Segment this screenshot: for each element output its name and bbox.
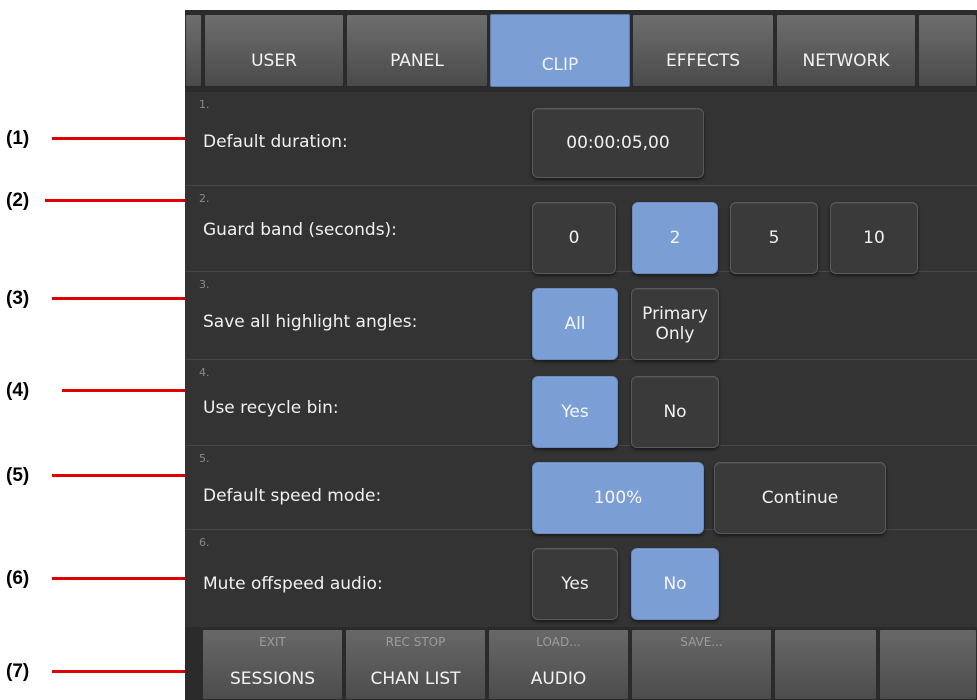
callout-number: (5) — [6, 465, 30, 486]
guard-band-0-button[interactable]: 0 — [532, 202, 616, 274]
callout-7: (7) — [0, 661, 205, 685]
callout-number: (1) — [6, 128, 30, 149]
callout-number: (3) — [6, 288, 30, 309]
function-label: CHAN LIST — [370, 669, 461, 689]
speed-mode-continue-button[interactable]: Continue — [714, 462, 886, 534]
guard-band-10-button[interactable]: 10 — [830, 202, 918, 274]
duration-value-button[interactable]: 00:00:05,00 — [532, 108, 704, 178]
callout-line — [52, 670, 205, 673]
callout-2: (2) — [0, 190, 205, 214]
tab-effects[interactable]: EFFECTS — [632, 14, 774, 87]
callout-line — [52, 137, 205, 140]
function-label: SESSIONS — [229, 669, 316, 689]
function-sublabel — [880, 635, 976, 653]
callout-line — [52, 577, 205, 580]
function-label — [632, 669, 771, 691]
tab-blank-left — [185, 14, 202, 87]
audio-button[interactable]: LOAD... AUDIO — [488, 629, 629, 700]
function-label — [880, 669, 976, 691]
callout-line — [52, 297, 205, 300]
function-sublabel — [775, 635, 876, 653]
tab-user[interactable]: USER — [204, 14, 344, 87]
setting-label: Save all highlight angles: — [203, 312, 418, 332]
button-label-line: Primary — [642, 303, 708, 324]
function-sublabel: EXIT — [259, 635, 286, 649]
guard-band-5-button[interactable]: 5 — [730, 202, 818, 274]
callout-5: (5) — [0, 465, 205, 489]
function-sublabel: LOAD... — [536, 635, 581, 649]
mute-offspeed-no-button[interactable]: No — [631, 548, 719, 620]
function-button-6[interactable] — [879, 629, 977, 700]
setting-mute-offspeed: 6. Mute offspeed audio: Yes No — [185, 530, 977, 626]
function-sublabel: REC STOP — [385, 635, 446, 649]
function-label: AUDIO — [530, 669, 587, 689]
tab-bar: USER PANEL CLIP EFFECTS NETWORK — [185, 10, 977, 92]
callout-line — [52, 474, 205, 477]
button-label-line: Only — [655, 324, 695, 344]
callout-4: (4) — [0, 380, 205, 404]
mute-offspeed-yes-button[interactable]: Yes — [532, 548, 618, 620]
function-button-5[interactable] — [774, 629, 877, 700]
setting-index: 5. — [199, 452, 210, 465]
function-label — [775, 669, 876, 691]
setting-recycle-bin: 4. Use recycle bin: Yes No — [185, 360, 977, 448]
chan-list-button[interactable]: REC STOP CHAN LIST — [345, 629, 486, 700]
setting-index: 6. — [199, 536, 210, 549]
settings-panel: USER PANEL CLIP EFFECTS NETWORK 1. Defau… — [185, 10, 977, 700]
setting-default-duration: 1. Default duration: 00:00:05,00 — [185, 92, 977, 186]
sessions-button[interactable]: EXIT SESSIONS — [202, 629, 343, 700]
save-button[interactable]: SAVE... — [631, 629, 772, 700]
function-sublabel: SAVE... — [680, 635, 723, 649]
tab-panel[interactable]: PANEL — [346, 14, 488, 87]
callout-line — [62, 389, 205, 392]
recycle-bin-no-button[interactable]: No — [631, 376, 719, 448]
callout-number: (2) — [6, 190, 30, 211]
highlight-all-button[interactable]: All — [532, 288, 618, 360]
highlight-primary-only-button[interactable]: Primary Only — [631, 288, 719, 360]
setting-label: Default duration: — [203, 132, 348, 152]
tab-network[interactable]: NETWORK — [776, 14, 916, 87]
setting-label: Default speed mode: — [203, 486, 382, 506]
callout-number: (4) — [6, 380, 30, 401]
callout-1: (1) — [0, 128, 205, 152]
callout-line — [45, 199, 205, 202]
tab-clip[interactable]: CLIP — [490, 14, 630, 87]
setting-label: Mute offspeed audio: — [203, 574, 383, 594]
setting-speed-mode: 5. Default speed mode: 100% Continue — [185, 446, 977, 534]
setting-label: Guard band (seconds): — [203, 220, 397, 240]
callout-6: (6) — [0, 568, 205, 592]
callout-number: (6) — [6, 568, 30, 589]
callout-number: (7) — [6, 661, 30, 682]
setting-label: Use recycle bin: — [203, 398, 339, 418]
setting-highlight-angles: 3. Save all highlight angles: All Primar… — [185, 272, 977, 360]
setting-index: 2. — [199, 192, 210, 205]
guard-band-2-button[interactable]: 2 — [632, 202, 718, 274]
tab-blank-right — [918, 14, 977, 87]
callout-3: (3) — [0, 288, 205, 312]
setting-index: 4. — [199, 366, 210, 379]
setting-index: 3. — [199, 278, 210, 291]
setting-guard-band: 2. Guard band (seconds): 0 2 5 10 — [185, 186, 977, 274]
bottom-function-bar: EXIT SESSIONS REC STOP CHAN LIST LOAD...… — [185, 627, 977, 700]
recycle-bin-yes-button[interactable]: Yes — [532, 376, 618, 448]
setting-index: 1. — [199, 98, 210, 111]
speed-mode-100-button[interactable]: 100% — [532, 462, 704, 534]
